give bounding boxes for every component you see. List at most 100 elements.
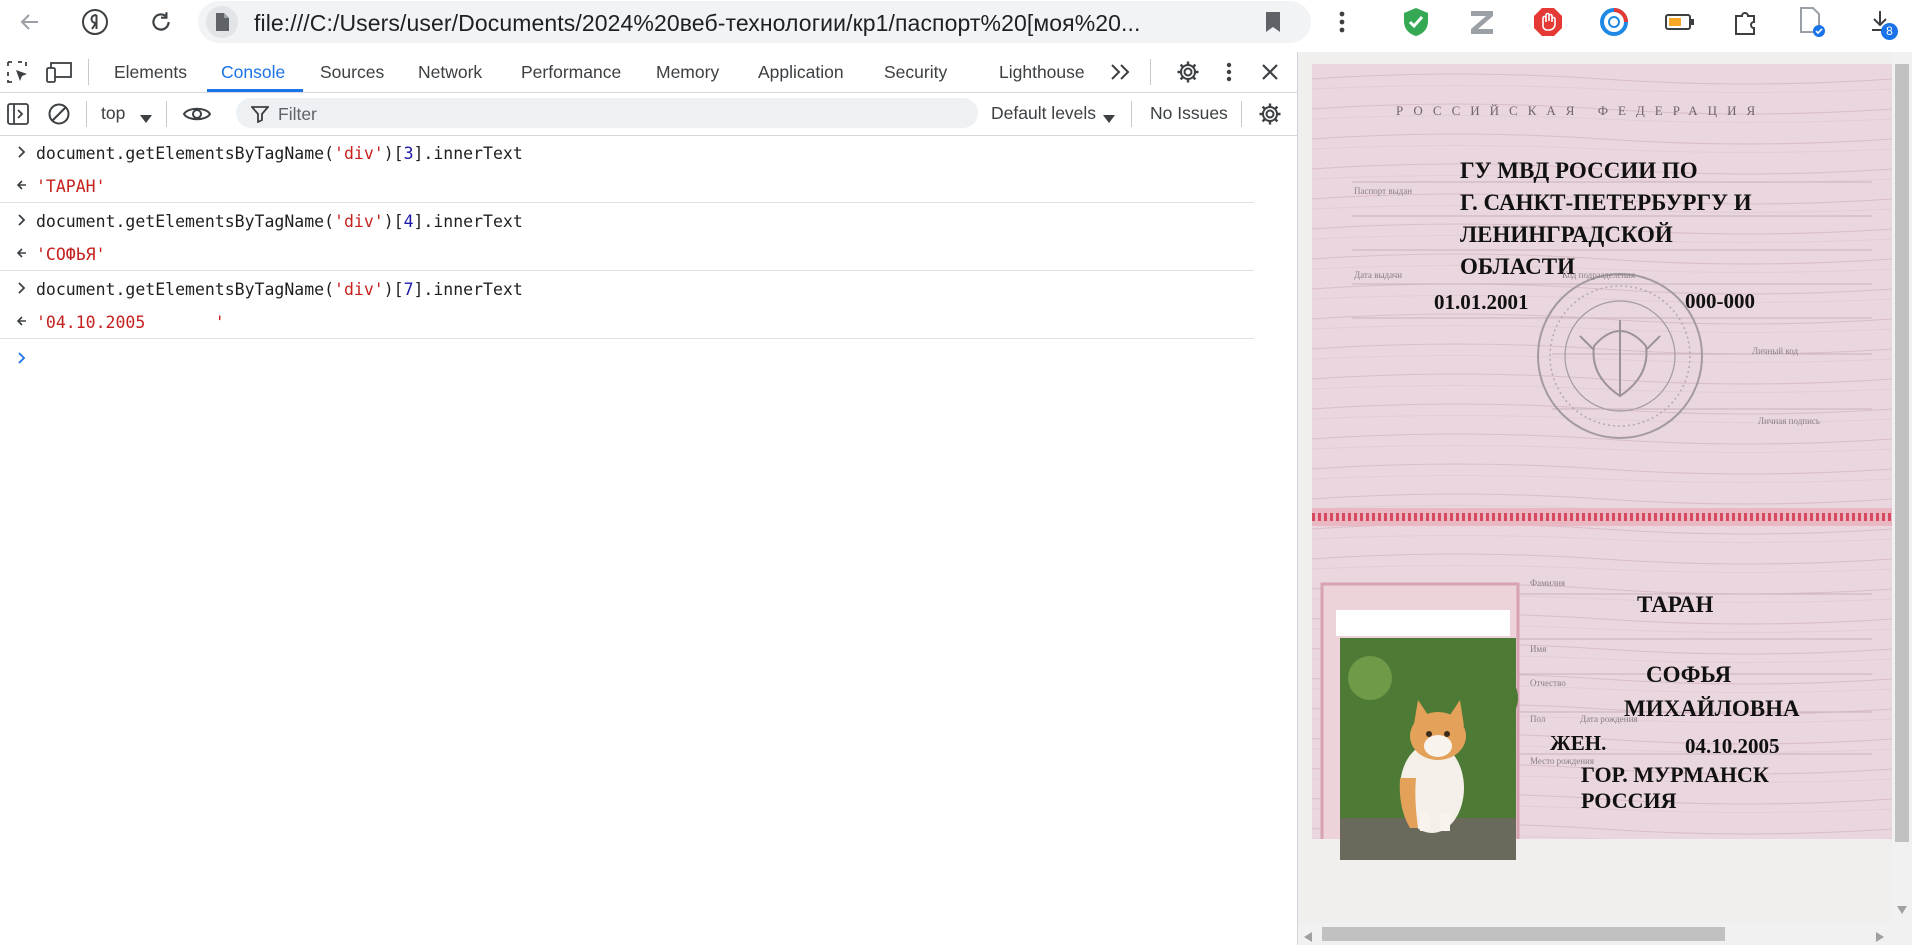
menu-dots-icon[interactable] [1326,6,1358,38]
vertical-scroll-thumb[interactable] [1895,64,1909,842]
document-extension-icon[interactable] [1796,6,1828,38]
label-issued-by: Паспорт выдан [1354,186,1413,196]
scroll-down-icon[interactable] [1897,901,1907,919]
issue-date: 01.01.2001 [1434,290,1529,314]
console-settings-gear-icon[interactable] [1258,102,1282,131]
shield-extension-icon[interactable] [1400,6,1432,38]
page-info-icon[interactable] [206,6,238,38]
filter-funnel-icon [250,105,270,128]
label-birth-date: Дата рождения [1580,714,1638,724]
console-result-row: 'ТАРАН' [0,169,1254,203]
tab-elements[interactable]: Elements [114,62,187,83]
divider [166,101,167,127]
scroll-right-icon[interactable] [1876,929,1884,945]
console-input-row: document.getElementsByTagName('div')[7].… [0,272,1254,305]
console-result-row: 'СОФЬЯ' [0,237,1254,271]
console-result[interactable]: 'ТАРАН' [36,177,106,196]
birth-date-value: 04.10.2005 [1685,734,1780,758]
issued-by-line-4: ОБЛАСТИ [1460,254,1575,279]
input-chevron-icon [18,146,26,158]
console-result[interactable]: 'СОФЬЯ' [36,245,106,264]
result-arrow-icon [16,180,26,190]
issued-by-line-1: ГУ МВД РОССИИ ПО [1460,158,1698,183]
console-result-row: '04.10.2005 ' [0,305,1254,339]
levels-dropdown-icon[interactable] [1103,110,1115,128]
issues-counter[interactable]: No Issues [1150,103,1228,124]
tab-network[interactable]: Network [418,62,482,83]
console-command[interactable]: document.getElementsByTagName('div')[4].… [36,212,523,231]
divider [86,101,87,127]
horizontal-scrollbar[interactable] [1298,923,1912,945]
vertical-scrollbar[interactable] [1892,52,1912,945]
birthplace-line-2: РОССИЯ [1581,788,1677,813]
context-selector[interactable]: top [101,103,125,124]
surname-value: ТАРАН [1637,592,1714,617]
live-expression-eye-icon[interactable] [182,104,212,129]
patronymic-value: МИХАЙЛОВНА [1624,696,1800,721]
page-viewport: РОССИЙСКАЯ ФЕДЕРАЦИЯ Паспорт выдан ГУ МВ… [1298,52,1912,945]
url-text[interactable]: file:///C:/Users/user/Documents/2024%20в… [254,10,1141,37]
scroll-left-icon[interactable] [1304,929,1312,945]
tab-performance[interactable]: Performance [521,62,621,83]
active-tab-indicator [207,89,303,92]
console-input-row: document.getElementsByTagName('div')[4].… [0,204,1254,237]
downloads-badge: 8 [1881,23,1898,40]
horizontal-scroll-thumb[interactable] [1322,927,1725,941]
tab-application[interactable]: Application [758,62,844,83]
divider [1150,59,1151,85]
division-code: 000-000 [1685,289,1755,313]
yandex-icon[interactable] [79,6,111,38]
context-dropdown-icon[interactable] [140,110,152,128]
issued-by-line-2: Г. САНКТ-ПЕТЕРБУРГУ И [1460,190,1752,215]
address-bar[interactable]: file:///C:/Users/user/Documents/2024%20в… [198,1,1311,43]
label-division-code: Код подразделения [1562,270,1635,280]
circle-extension-icon[interactable] [1598,6,1630,38]
bookmark-icon[interactable] [1263,10,1283,39]
devtools-menu-icon[interactable] [1226,60,1232,89]
console-prompt[interactable] [0,342,1254,742]
console-toolbar: top Filter Default levels No Issues [0,93,1297,136]
tab-memory[interactable]: Memory [656,62,719,83]
browser-toolbar: file:///C:/Users/user/Documents/2024%20в… [0,0,1912,44]
result-arrow-icon [16,248,26,258]
passport-header: РОССИЙСКАЯ ФЕДЕРАЦИЯ [1396,103,1766,118]
battery-extension-icon[interactable] [1664,6,1696,38]
prompt-chevron-icon [18,352,26,364]
label-sex: Пол [1530,714,1546,724]
birthplace-line-1: ГОР. МУРМАНСК [1581,762,1769,787]
divider [88,59,89,85]
z-extension-icon[interactable] [1466,6,1498,38]
console-result[interactable]: '04.10.2005 ' [36,313,225,332]
sex-value: ЖЕН. [1550,731,1607,755]
tab-sources[interactable]: Sources [320,62,384,83]
issued-by-line-3: ЛЕНИНГРАДСКОЙ [1460,222,1673,247]
tab-security[interactable]: Security [884,62,947,83]
devtools-panel: Elements Console Sources Network Perform… [0,52,1298,945]
device-toolbar-icon[interactable] [46,60,74,89]
downloads-icon[interactable]: 8 [1862,6,1902,40]
label-issue-date: Дата выдачи [1354,270,1403,280]
puzzle-extension-icon[interactable] [1730,6,1762,38]
clear-console-icon[interactable] [47,102,71,131]
console-command[interactable]: document.getElementsByTagName('div')[3].… [36,144,523,163]
back-icon[interactable] [14,6,46,38]
close-devtools-icon[interactable] [1260,62,1280,87]
reload-icon[interactable] [145,6,177,38]
log-levels-dropdown[interactable]: Default levels [991,103,1096,124]
divider [1131,101,1132,127]
input-chevron-icon [18,214,26,226]
console-filter-input[interactable]: Filter [236,98,978,128]
passport-document: РОССИЙСКАЯ ФЕДЕРАЦИЯ Паспорт выдан ГУ МВ… [1312,64,1892,890]
more-tabs-icon[interactable] [1110,62,1132,87]
sidebar-toggle-icon[interactable] [6,102,30,131]
devtools-tabbar: Elements Console Sources Network Perform… [0,52,1297,93]
inspect-element-icon[interactable] [6,60,30,89]
tab-lighthouse[interactable]: Lighthouse [999,62,1085,83]
result-arrow-icon [16,316,26,326]
input-chevron-icon [18,282,26,294]
adblock-extension-icon[interactable] [1532,6,1564,38]
console-command[interactable]: document.getElementsByTagName('div')[7].… [36,280,523,299]
tab-console[interactable]: Console [221,62,285,83]
divider [1241,101,1242,127]
settings-gear-icon[interactable] [1176,60,1200,89]
